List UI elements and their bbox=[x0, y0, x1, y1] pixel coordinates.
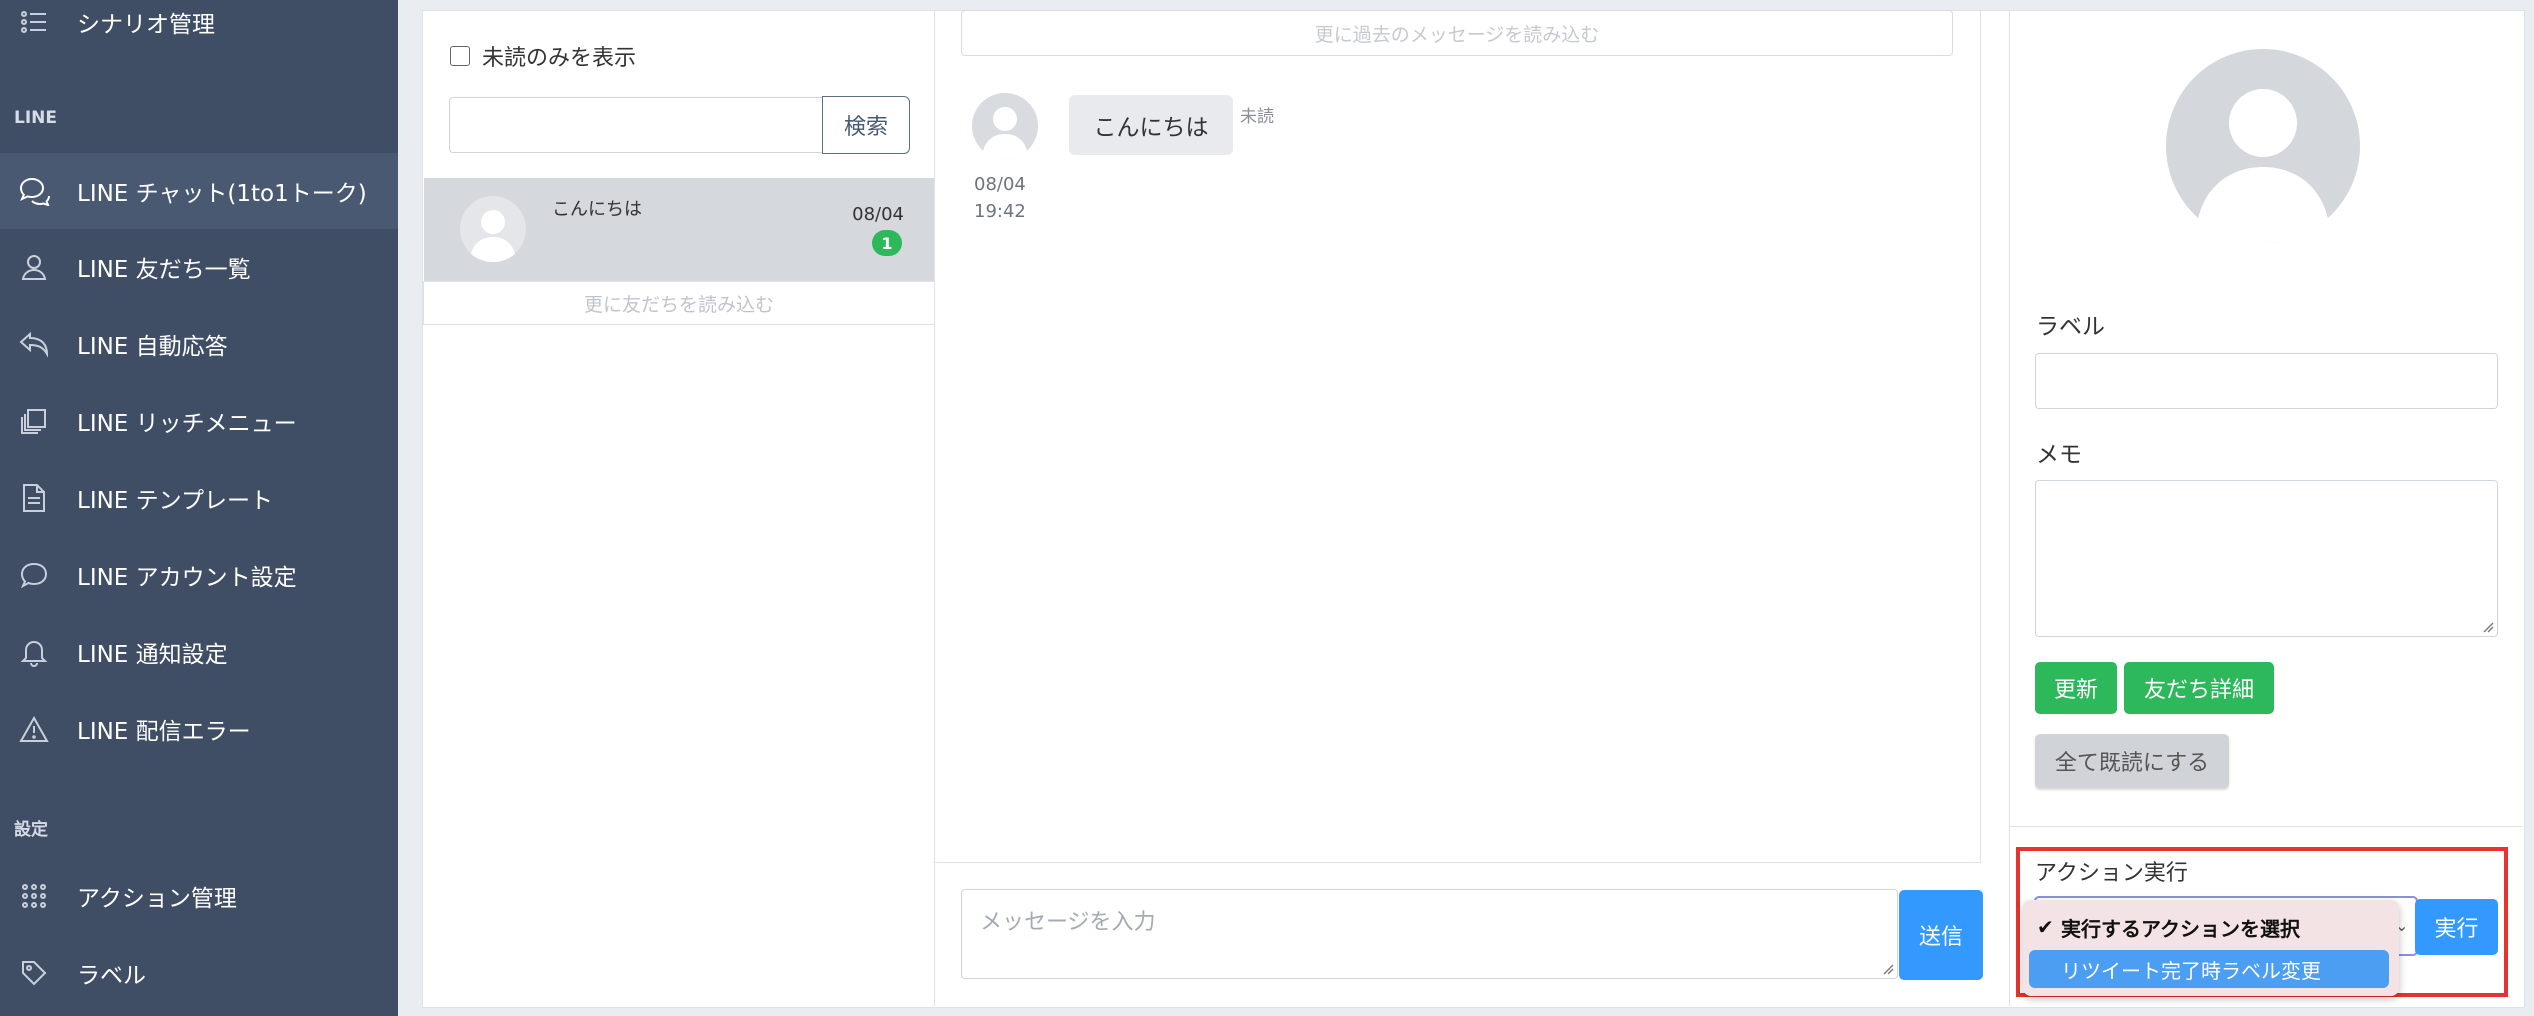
action-option-retweet-label[interactable]: リツイート完了時ラベル変更 bbox=[2029, 950, 2389, 988]
sidebar-item-line-account-settings[interactable]: LINE アカウント設定 bbox=[0, 537, 398, 613]
message-input-placeholder: メッセージを入力 bbox=[980, 910, 1156, 935]
message-date: 08/04 bbox=[974, 174, 1026, 195]
run-action-button[interactable]: 実行 bbox=[2415, 899, 2498, 955]
message-input[interactable]: メッセージを入力 bbox=[961, 889, 1898, 979]
sidebar-item-label: LINE テンプレート bbox=[77, 488, 273, 514]
profile-avatar-icon bbox=[2166, 49, 2360, 243]
mark-all-read-button[interactable]: 全て既読にする bbox=[2035, 734, 2229, 788]
action-execute-title: アクション実行 bbox=[2035, 861, 2188, 886]
label-input[interactable] bbox=[2035, 353, 2498, 409]
layers-icon bbox=[16, 403, 52, 439]
grid-icon bbox=[16, 878, 52, 914]
section-header-line: LINE bbox=[14, 108, 57, 128]
profile-section-divider bbox=[2010, 826, 2523, 827]
sidebar-item-label: シナリオ管理 bbox=[77, 12, 215, 38]
sidebar-item-label: LINE 自動応答 bbox=[77, 334, 228, 360]
unread-only-label: 未読のみを表示 bbox=[482, 46, 637, 71]
sidebar-item-label: LINE 通知設定 bbox=[77, 642, 228, 668]
checkmark-icon: ✔ bbox=[2037, 915, 2054, 939]
sidebar-item-line-notification[interactable]: LINE 通知設定 bbox=[0, 614, 398, 690]
resize-handle-icon[interactable] bbox=[1882, 963, 1894, 975]
label-field-title: ラベル bbox=[2036, 314, 2105, 340]
sidebar-item-label: アクション管理 bbox=[77, 886, 237, 912]
sender-avatar-icon bbox=[972, 93, 1038, 159]
unread-badge: 1 bbox=[872, 230, 902, 256]
speech-bubble-icon bbox=[16, 557, 52, 593]
column-divider bbox=[2009, 10, 2010, 1006]
warning-icon bbox=[16, 711, 52, 747]
sidebar-item-label: LINE アカウント設定 bbox=[77, 565, 297, 591]
sidebar-item-line-template[interactable]: LINE テンプレート bbox=[0, 460, 398, 536]
sidebar-item-line-friends[interactable]: LINE 友だち一覧 bbox=[0, 229, 398, 305]
friend-last-message: こんにちは bbox=[552, 199, 642, 220]
sidebar-item-label: LINE リッチメニュー bbox=[77, 411, 297, 437]
friend-detail-button[interactable]: 友だち詳細 bbox=[2124, 662, 2274, 714]
user-icon bbox=[16, 249, 52, 285]
column-divider bbox=[934, 10, 935, 1006]
document-icon bbox=[16, 480, 52, 516]
sidebar-item-line-chat[interactable]: LINE チャット(1to1トーク) bbox=[0, 153, 398, 229]
tag-icon bbox=[16, 955, 52, 991]
friend-list-item[interactable]: こんにちは 08/04 1 bbox=[424, 178, 934, 281]
section-header-settings: 設定 bbox=[14, 820, 48, 840]
sidebar-item-line-auto-reply[interactable]: LINE 自動応答 bbox=[0, 306, 398, 382]
message-timestamp: 08/04 19:42 bbox=[974, 171, 1026, 225]
avatar-icon bbox=[460, 196, 526, 262]
load-more-friends-button[interactable]: 更に友だちを読み込む bbox=[423, 281, 935, 325]
sidebar-item-scenario[interactable]: シナリオ管理 bbox=[0, 0, 398, 60]
sidebar-item-label: LINE 配信エラー bbox=[77, 719, 251, 745]
sidebar-item-line-delivery-error[interactable]: LINE 配信エラー bbox=[0, 691, 398, 767]
action-option-placeholder[interactable]: ✔ 実行するアクションを選択 bbox=[2029, 908, 2389, 946]
friend-search-input[interactable] bbox=[449, 97, 823, 153]
sidebar-item-label-management[interactable]: ラベル bbox=[0, 935, 398, 1011]
message-time: 19:42 bbox=[974, 201, 1026, 222]
option-label: 実行するアクションを選択 bbox=[2061, 916, 2300, 941]
option-label: リツイート完了時ラベル変更 bbox=[2061, 958, 2321, 983]
sidebar-item-label: LINE チャット(1to1トーク) bbox=[77, 181, 367, 207]
unread-only-checkbox[interactable]: 未読のみを表示 bbox=[450, 40, 636, 72]
sidebar-item-action-management[interactable]: アクション管理 bbox=[0, 858, 398, 934]
send-button[interactable]: 送信 bbox=[1899, 890, 1983, 980]
search-button[interactable]: 検索 bbox=[822, 96, 910, 154]
update-button[interactable]: 更新 bbox=[2035, 662, 2117, 714]
chat-scroll-edge bbox=[1980, 10, 1981, 862]
reply-icon bbox=[16, 326, 52, 362]
message-read-status: 未読 bbox=[1240, 107, 1274, 127]
list-icon bbox=[16, 4, 52, 40]
chat-footer-divider bbox=[935, 862, 1981, 863]
friend-date: 08/04 bbox=[852, 204, 904, 225]
resize-handle-icon[interactable] bbox=[2482, 621, 2494, 633]
sidebar-item-line-rich-menu[interactable]: LINE リッチメニュー bbox=[0, 383, 398, 459]
action-dropdown-menu: ✔ 実行するアクションを選択 リツイート完了時ラベル変更 bbox=[2023, 900, 2399, 996]
sidebar-item-label: ラベル bbox=[77, 963, 146, 989]
load-older-messages-button[interactable]: 更に過去のメッセージを読み込む bbox=[961, 10, 1953, 56]
memo-textarea[interactable] bbox=[2035, 480, 2498, 637]
checkbox-box[interactable] bbox=[450, 46, 470, 66]
message-bubble: こんにちは bbox=[1069, 95, 1233, 155]
memo-field-title: メモ bbox=[2036, 442, 2082, 468]
sidebar-item-label: LINE 友だち一覧 bbox=[77, 257, 251, 283]
bell-icon bbox=[16, 634, 52, 670]
chat-icon bbox=[16, 173, 52, 209]
sidebar: シナリオ管理 LINE LINE チャット(1to1トーク) LINE 友だち一… bbox=[0, 0, 398, 1016]
